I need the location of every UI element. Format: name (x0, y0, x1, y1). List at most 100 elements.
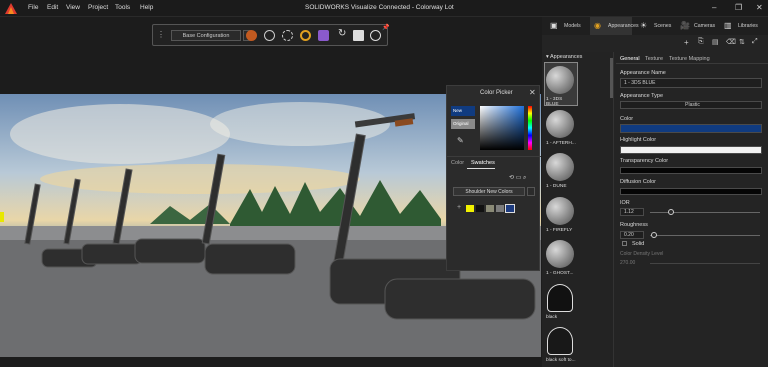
density-input: 270.00 (620, 260, 636, 266)
appearance-type-label: Appearance Type (620, 93, 664, 99)
menu-edit[interactable]: Edit (47, 4, 58, 11)
ior-slider-track[interactable] (650, 212, 760, 213)
roughness-slider-handle[interactable] (651, 232, 657, 238)
roughness-slider-track[interactable] (650, 235, 760, 236)
list-item[interactable]: 1 - FIREFLY (546, 228, 576, 233)
list-item[interactable]: black soft to... (546, 358, 576, 363)
list-header-label: Appearances (550, 54, 583, 60)
ior-input[interactable]: 1.12 (620, 208, 644, 216)
list-item[interactable]: 1 - DUNE (546, 184, 576, 189)
menu-project[interactable]: Project (88, 4, 108, 11)
color-swatch[interactable] (496, 205, 504, 212)
window-title: SOLIDWORKS Visualize Connected - Colorwa… (305, 4, 454, 11)
appearance-name-input[interactable]: 1 - 3DS BLUE (620, 78, 762, 88)
cameras-icon: 🎥 (680, 21, 690, 30)
tab-general[interactable]: General (620, 56, 640, 62)
list-item[interactable]: 1 - AFTERH... (546, 141, 576, 146)
appearances-icon: ◉ (594, 21, 601, 30)
solid-checkbox[interactable] (622, 241, 627, 246)
tab-swatches[interactable]: Swatches (467, 157, 495, 169)
list-item[interactable]: 1 - GHOST... (546, 271, 576, 276)
environment-icon[interactable] (282, 30, 293, 41)
hue-slider[interactable] (528, 106, 532, 150)
export-icon[interactable] (353, 30, 364, 41)
density-slider-track (650, 263, 760, 264)
eyedropper-icon[interactable]: ✎ (457, 136, 464, 145)
appearance-thumb[interactable] (546, 66, 574, 94)
transparency-color-field[interactable] (620, 167, 762, 174)
highlight-color-field[interactable] (620, 146, 762, 154)
libraries-icon: ▥ (724, 21, 732, 30)
configuration-select[interactable]: Base Configuration (171, 30, 241, 41)
color-swatch-field[interactable] (620, 124, 762, 133)
highlight-color-label: Highlight Color (620, 137, 657, 143)
color-swatch[interactable] (476, 205, 484, 212)
tab-color[interactable]: Color (451, 160, 464, 166)
color-gradient-square[interactable] (480, 106, 524, 150)
menu-file[interactable]: File (28, 4, 38, 11)
appearance-thumb[interactable] (547, 284, 573, 312)
sphere-wire-icon[interactable] (264, 30, 275, 41)
roughness-label: Roughness (620, 222, 648, 228)
library-icon[interactable]: ▤ (712, 38, 719, 46)
color-label: Color (620, 116, 634, 122)
original-color-preview: Original (451, 119, 475, 129)
tab-texture[interactable]: Texture (645, 56, 663, 62)
solid-label: Solid (632, 241, 645, 247)
color-picker-dialog: Color Picker ✕ New Original ✎ Color Swat… (446, 85, 541, 271)
swatch-set-menu-icon[interactable] (527, 187, 535, 196)
scenes-icon: ☀ (640, 21, 648, 30)
refresh-icon[interactable]: ↻ (338, 28, 346, 39)
tab-texture-mapping[interactable]: Texture Mapping (669, 56, 710, 62)
minimize-icon[interactable]: – (712, 3, 716, 12)
close-icon[interactable]: ✕ (529, 88, 536, 97)
appearance-thumb[interactable] (546, 240, 574, 268)
settings-icon[interactable] (370, 30, 381, 41)
restore-icon[interactable]: ❐ (735, 3, 742, 12)
swatch-set-select[interactable]: Shoulder New Colors (453, 187, 525, 196)
color-swatch[interactable] (486, 205, 494, 212)
density-label: Color Density Level (620, 251, 664, 257)
camera-icon[interactable] (300, 30, 311, 41)
title-bar: File Edit View Project Tools Help SOLIDW… (0, 0, 768, 17)
appearance-thumb[interactable] (546, 110, 574, 138)
pin-icon[interactable]: 📌 (382, 24, 389, 31)
diffusion-color-field[interactable] (620, 188, 762, 195)
models-icon: ▣ (550, 21, 558, 30)
transparency-color-label: Transparency Color (620, 158, 669, 164)
appearance-name-label: Appearance Name (620, 70, 666, 76)
picker-tabs: Color Swatches (447, 156, 541, 169)
list-scrollbar[interactable] (610, 58, 613, 98)
add-swatch-icon[interactable]: + (457, 204, 461, 211)
sort-icon[interactable]: ⇅ (739, 38, 745, 46)
new-color-preview: New (451, 106, 475, 116)
render-icon[interactable] (246, 30, 257, 41)
ior-slider-handle[interactable] (668, 209, 674, 215)
toolbar-grip-icon[interactable]: ⋮ (157, 30, 165, 39)
viewport-marker (0, 212, 4, 222)
swatch-toolbar-icons[interactable]: ⟲ ▭ ⌕ (509, 174, 526, 182)
appearance-thumb[interactable] (547, 327, 573, 355)
list-item[interactable]: black (546, 315, 576, 320)
app-logo-icon (5, 3, 17, 14)
appearance-thumb[interactable] (546, 197, 574, 225)
appearance-thumb[interactable] (546, 153, 574, 181)
close-icon[interactable]: ✕ (756, 3, 763, 12)
import-icon[interactable]: ⎘ (698, 38, 704, 46)
ior-label: IOR (620, 200, 630, 206)
materials-icon[interactable] (318, 30, 329, 41)
add-icon[interactable]: + (684, 38, 689, 47)
list-item[interactable]: 1 - 3DS BLUE (546, 97, 576, 107)
menu-help[interactable]: Help (140, 4, 153, 11)
appearance-type-select[interactable]: Plastic (620, 101, 762, 109)
list-header: ▾ Appearances (546, 54, 583, 60)
menu-view[interactable]: View (66, 4, 80, 11)
color-swatch[interactable] (466, 205, 474, 212)
collapse-icon[interactable]: ⤢ (752, 38, 758, 46)
main-toolbar: ⋮ Base Configuration ↻ 📌 (152, 24, 389, 46)
color-picker-title: Color Picker (480, 90, 513, 96)
color-swatch[interactable] (505, 204, 515, 213)
menu-tools[interactable]: Tools (115, 4, 130, 11)
delete-icon[interactable]: ⌫ (726, 38, 736, 46)
roughness-input[interactable]: 0.20 (620, 231, 644, 239)
